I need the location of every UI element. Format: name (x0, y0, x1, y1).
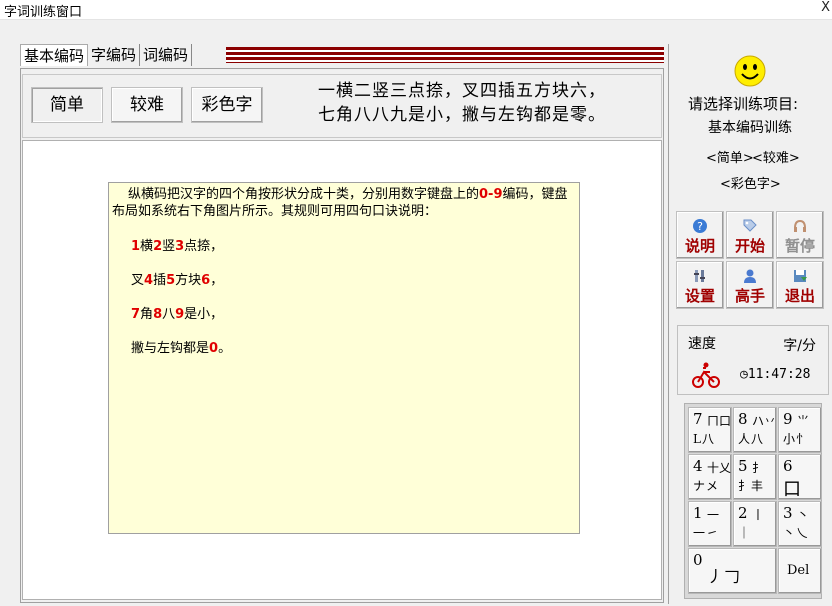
note-line: 7角8八9是小， (131, 306, 223, 323)
help-icon: ? (693, 219, 707, 233)
exit-button[interactable]: 退出 (776, 261, 824, 309)
key-7[interactable]: 7 ㄇ口 L八 (688, 407, 732, 453)
svg-text:?: ? (697, 220, 703, 233)
key-1[interactable]: 1 一一㇀ (688, 501, 732, 547)
note-line: 1横2竖3点捺， (131, 238, 223, 255)
note-text-run: 插 (153, 273, 167, 288)
note-intro: 纵横码把汉字的四个角按形状分成十类，分别用数字键盘上的0-9编码，键盘布局如系统… (112, 187, 568, 219)
note-text-run: 叉 (131, 273, 145, 288)
smiley-icon (734, 55, 766, 87)
select-prompt: 请选择训练项目: (688, 95, 799, 113)
key-2[interactable]: 2丨 ｜ (733, 501, 777, 547)
headphone-icon (794, 219, 806, 232)
toolbar: 简单 较难 彩色字 一横二竖三点捺，叉四插五方块六， 七角八八九是小，撇与左钩都… (22, 74, 662, 138)
note-text-run: 2 (153, 239, 163, 254)
note-text-run: 7 (131, 307, 141, 322)
choice-hard[interactable]: <较难> (752, 147, 800, 166)
note-text-run: 6 (201, 273, 211, 288)
note-text-run: 5 (166, 273, 176, 288)
save-exit-icon (794, 270, 807, 282)
clock-time: 11:47:28 (747, 367, 811, 382)
explanation-note: 纵横码把汉字的四个角按形状分成十类，分别用数字键盘上的0-9编码，键盘布局如系统… (108, 182, 580, 534)
rhyme-text: 一横二竖三点捺，叉四插五方块六， 七角八八九是小，撇与左钩都是零。 (318, 79, 606, 127)
speed-unit: 字/分 (783, 338, 816, 354)
tab-char-code[interactable]: 字编码 (88, 44, 141, 66)
rhyme-line-2: 七角八八九是小，撇与左钩都是零。 (318, 105, 606, 125)
note-text-run: 9 (175, 307, 185, 322)
key-delete[interactable]: Del (778, 548, 822, 594)
pause-button[interactable]: 暂停 (776, 211, 824, 259)
current-mode: 基本编码训练 (708, 120, 792, 136)
settings-icon (694, 270, 705, 282)
clock-display: ◷11:47:28 (740, 367, 810, 382)
settings-button[interactable]: 设置 (676, 261, 724, 309)
keypad: 7 ㄇ口 L八 8 ハ丷 人八 9 ⺌小忄 4 十乂 ナメ 5 扌扌丰 6 口 1 一一㇀ 2丨 … (684, 403, 822, 599)
key-0[interactable]: 0 丿𠃌 (688, 548, 777, 594)
user-icon (744, 269, 756, 283)
speed-label: 速度 (688, 336, 716, 352)
simple-button[interactable]: 简单 (31, 87, 103, 123)
speed-panel: 速度 字/分 ◷11:47:28 (677, 325, 829, 395)
note-text-run: 八 (162, 307, 176, 322)
key-8[interactable]: 8 ハ丷 人八 (733, 407, 777, 453)
rhyme-line-1: 一横二竖三点捺，叉四插五方块六， (318, 81, 606, 101)
clock-icon: ◷ (740, 367, 748, 382)
note-text-run: 方块 (175, 273, 202, 288)
note-text-run: ， (210, 273, 224, 288)
key-5[interactable]: 5 扌扌丰 (733, 454, 777, 500)
note-text-run: 4 (144, 273, 154, 288)
tab-bar: 基本编码 字编码 词编码 (20, 44, 193, 68)
key-9[interactable]: 9 ⺌小忄 (778, 407, 822, 453)
tab-decoration (226, 47, 664, 63)
note-text-run: 1 (131, 239, 141, 254)
expert-button[interactable]: 高手 (726, 261, 774, 309)
key-4[interactable]: 4 十乂 ナメ (688, 454, 732, 500)
note-text-run: 。 (218, 341, 232, 356)
note-line: 叉4插5方块6， (131, 272, 223, 289)
note-text-run: 竖 (162, 239, 176, 254)
choice-color[interactable]: <彩色字> (720, 173, 781, 192)
note-text-run: 是小， (184, 307, 224, 322)
note-text-run: 角 (140, 307, 154, 322)
title-bar: 字词训练窗口 X (0, 0, 832, 20)
tab-word-code[interactable]: 词编码 (140, 44, 193, 66)
color-char-button[interactable]: 彩色字 (191, 87, 263, 123)
note-text-run: 3 (175, 239, 185, 254)
tag-icon (743, 219, 757, 232)
note-text-run: 8 (153, 307, 163, 322)
close-button[interactable]: X (821, 0, 830, 15)
note-text-run: 点捺， (184, 239, 224, 254)
bicycle-icon (692, 362, 720, 388)
note-text-run: 横 (140, 239, 154, 254)
note-text-run: 0 (209, 341, 219, 356)
key-3[interactable]: 3 丶丶乀 (778, 501, 822, 547)
hard-button[interactable]: 较难 (111, 87, 183, 123)
note-line: 撇与左钩都是0。 (131, 340, 231, 357)
tab-basic-code[interactable]: 基本编码 (20, 44, 89, 66)
window-title: 字词训练窗口 (4, 5, 83, 20)
help-button[interactable]: ? 说明 (676, 211, 724, 259)
note-text-run: 撇与左钩都是 (131, 341, 210, 356)
choice-simple[interactable]: <简单> (706, 147, 754, 166)
start-button[interactable]: 开始 (726, 211, 774, 259)
key-6[interactable]: 6 口 (778, 454, 822, 500)
